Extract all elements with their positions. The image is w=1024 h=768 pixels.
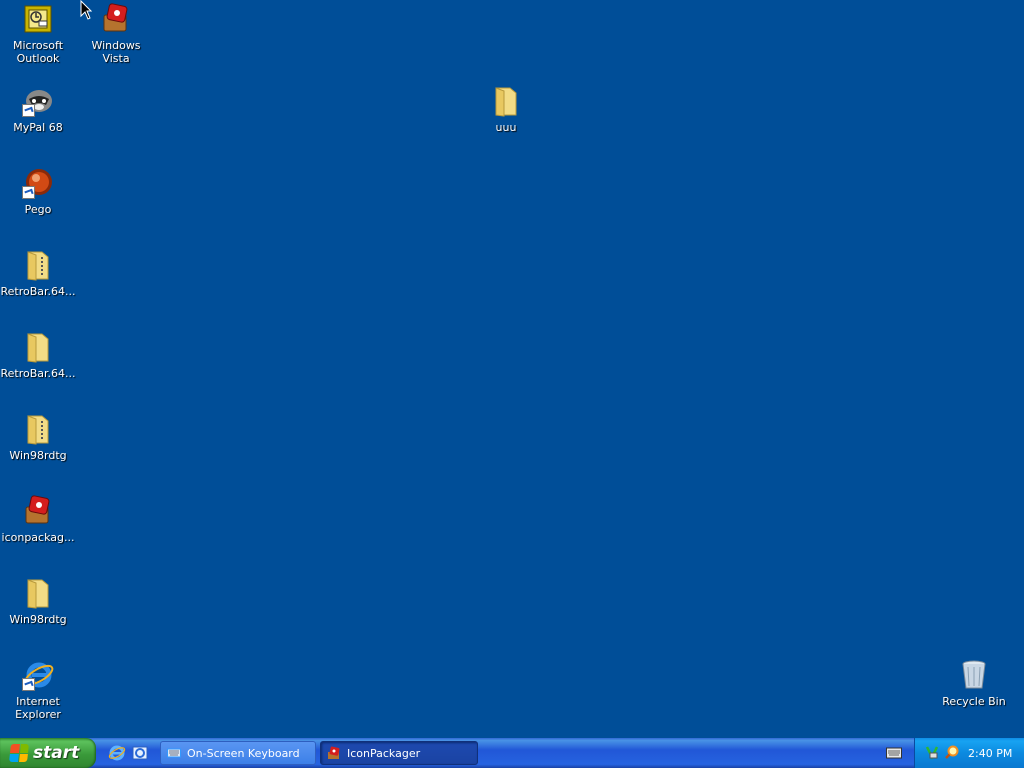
internet-explorer-icon xyxy=(22,659,54,691)
taskbar-button-iconpackager[interactable]: IconPackager xyxy=(320,741,478,765)
clock[interactable]: 2:40 PM xyxy=(968,747,1012,760)
taskbar-button-label: IconPackager xyxy=(347,746,421,760)
desktop-icon-retrobar-zip[interactable]: RetroBar.64... xyxy=(0,249,76,298)
shortcut-arrow-icon xyxy=(22,186,35,199)
desktop-icon-internet-explorer[interactable]: Internet Explorer xyxy=(0,659,76,721)
iconpackager-icon xyxy=(100,3,132,35)
desktop-icon-label: Win98rdtg xyxy=(9,449,67,462)
desktop-icon-label: iconpackag... xyxy=(1,531,75,544)
desktop-icon-retrobar-folder[interactable]: RetroBar.64... xyxy=(0,331,76,380)
start-label: start xyxy=(33,743,80,763)
folder-icon xyxy=(490,85,522,117)
desktop-icon-microsoft-outlook[interactable]: Microsoft Outlook xyxy=(0,3,76,65)
desktop-icon-mypal-68[interactable]: MyPal 68 xyxy=(0,85,76,134)
windows-logo-icon xyxy=(9,744,29,762)
zip-folder-icon xyxy=(22,413,54,445)
zip-folder-icon xyxy=(22,249,54,281)
folder-icon xyxy=(22,331,54,363)
recycle-bin-icon xyxy=(958,659,990,691)
desktop-icon-label: Win98rdtg xyxy=(9,613,67,626)
mouse-cursor-icon xyxy=(80,0,92,20)
language-bar-keyboard-icon[interactable] xyxy=(886,747,902,759)
search-icon[interactable] xyxy=(944,744,960,760)
folder-icon xyxy=(22,577,54,609)
mypal-icon xyxy=(22,85,54,117)
desktop-icon-win98rdtg-zip[interactable]: Win98rdtg xyxy=(0,413,76,462)
desktop-icon-label: RetroBar.64... xyxy=(0,367,76,380)
desktop-icon-label: RetroBar.64... xyxy=(0,285,76,298)
desktop-icon-recycle-bin[interactable]: Recycle Bin xyxy=(936,659,1012,708)
iconpackager-icon xyxy=(328,746,340,759)
taskbar: start On-Screen Keyboard IconPackager 2:… xyxy=(0,738,1024,768)
shortcut-arrow-icon xyxy=(22,104,35,117)
quick-launch-outlook-express-icon[interactable] xyxy=(131,744,149,762)
desktop-icon-label: Internet Explorer xyxy=(15,695,61,721)
desktop-icon-label: MyPal 68 xyxy=(13,121,63,134)
desktop-icon-label: Pego xyxy=(24,203,52,216)
desktop: Microsoft Outlook Windows Vista MyPal 68… xyxy=(0,0,1024,738)
start-button[interactable]: start xyxy=(0,738,96,768)
iconpackager-icon xyxy=(22,495,54,527)
desktop-icon-win98rdtg-folder[interactable]: Win98rdtg xyxy=(0,577,76,626)
desktop-icon-label: uuu xyxy=(495,121,517,134)
outlook-icon xyxy=(22,3,54,35)
pego-icon xyxy=(22,167,54,199)
desktop-icon-iconpackager[interactable]: iconpackag... xyxy=(0,495,76,544)
taskbar-button-on-screen-keyboard[interactable]: On-Screen Keyboard xyxy=(160,741,316,765)
desktop-icon-pego[interactable]: Pego xyxy=(0,167,76,216)
desktop-icon-label: Windows Vista xyxy=(91,39,141,65)
desktop-icon-uuu[interactable]: uuu xyxy=(468,85,544,134)
network-icon[interactable] xyxy=(924,744,940,760)
taskbar-button-label: On-Screen Keyboard xyxy=(187,746,300,760)
desktop-icon-label: Recycle Bin xyxy=(942,695,1006,708)
keyboard-icon xyxy=(167,748,181,758)
quick-launch-internet-explorer-icon[interactable] xyxy=(108,744,126,762)
desktop-icon-label: Microsoft Outlook xyxy=(12,39,64,65)
system-tray: 2:40 PM xyxy=(914,738,1024,768)
shortcut-arrow-icon xyxy=(22,678,35,691)
